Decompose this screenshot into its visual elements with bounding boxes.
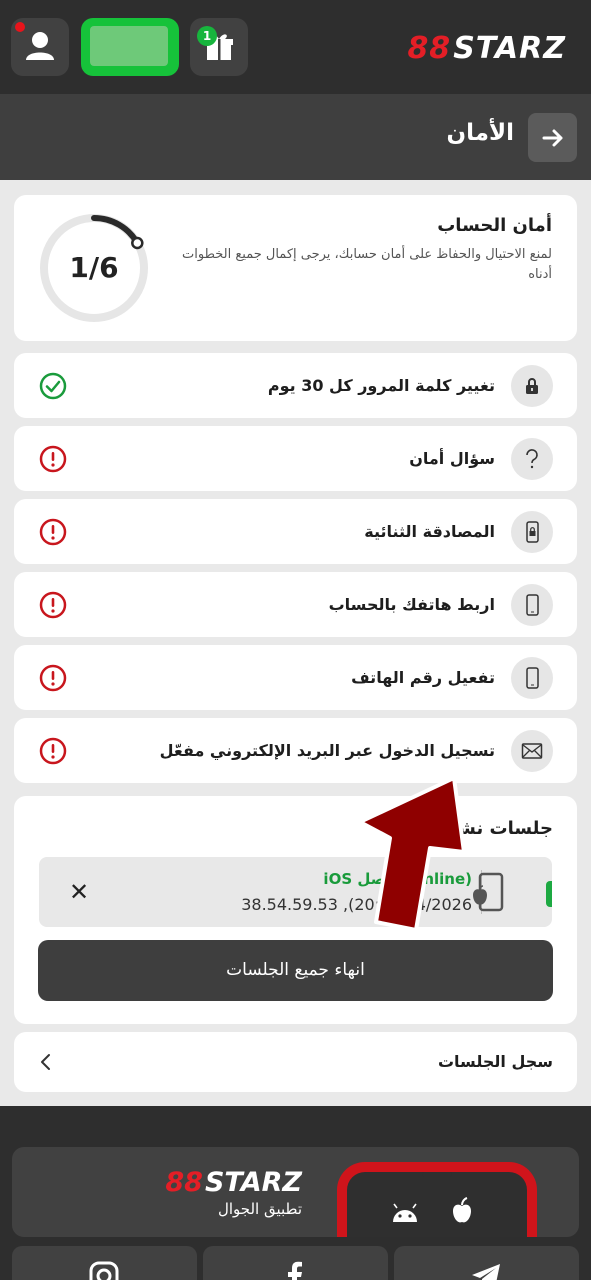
phone-icon [511, 584, 553, 626]
item-label: تسجيل الدخول عبر البريد الإلكتروني مفعّل [159, 741, 495, 760]
account-security-card: أمان الحساب لمنع الاحتيال والحفاظ على أم… [14, 195, 577, 341]
close-session-icon[interactable]: ✕ [65, 878, 93, 906]
item-label: تفعيل رقم الهاتف [351, 668, 495, 687]
back-button[interactable] [528, 113, 577, 162]
footer-logo: 88 STARZ [165, 1167, 302, 1198]
security-item-2fa[interactable]: المصادقة الثنائية [14, 499, 577, 564]
item-label: تغيير كلمة المرور كل 30 يوم [267, 376, 495, 395]
app-label: تطبيق الجوال [217, 1200, 302, 1218]
alert-circle-icon [39, 737, 67, 765]
lock-icon [511, 365, 553, 407]
facebook-icon [288, 1261, 302, 1280]
apple-icon[interactable] [450, 1196, 474, 1224]
session-current-indicator [546, 881, 552, 907]
session-meta: 38.54.59.53 ,(20:33 04/2026 [241, 895, 472, 914]
arrow-right-icon [542, 129, 562, 146]
chevron-left-icon [41, 1054, 50, 1070]
apple-device-icon [473, 872, 504, 912]
instagram-button[interactable] [12, 1246, 197, 1280]
security-item-question[interactable]: سؤال أمان [14, 426, 577, 491]
phone-notch [422, 1172, 452, 1177]
alert-circle-icon [39, 518, 67, 546]
end-all-sessions-button[interactable]: انهاء جميع الجلسات [38, 940, 553, 1001]
mail-icon [511, 730, 553, 772]
question-icon [511, 438, 553, 480]
instagram-icon [89, 1261, 119, 1280]
logo-mark: 88 [407, 30, 452, 66]
profile-button[interactable] [11, 18, 69, 76]
gift-count-badge: 1 [197, 26, 217, 46]
telegram-icon [472, 1264, 500, 1280]
phone-icon [511, 657, 553, 699]
alert-circle-icon [39, 591, 67, 619]
session-row: ✕ iOS متصل (online) 38.54.59.53 ,(20:33 … [39, 857, 552, 927]
alert-circle-icon [39, 664, 67, 692]
gift-button[interactable]: 1 [190, 18, 248, 76]
security-description: لمنع الاحتيال والحفاظ على أمان حسابك، ير… [182, 247, 552, 282]
notification-dot [15, 22, 25, 32]
telegram-button[interactable] [394, 1246, 579, 1280]
security-item-activate-phone[interactable]: تفعيل رقم الهاتف [14, 645, 577, 710]
active-sessions-card: جلسات نشطة ✕ iOS متصل (online) 38.54.59.… [14, 796, 577, 1024]
security-title: أمان الحساب [437, 215, 552, 236]
security-progress: 1/6 [38, 212, 150, 324]
phone-lock-icon [511, 511, 553, 553]
security-item-link-phone[interactable]: اربط هاتفك بالحساب [14, 572, 577, 637]
item-label: اربط هاتفك بالحساب [328, 595, 495, 614]
facebook-button[interactable] [203, 1246, 388, 1280]
page-header: الأمان [0, 94, 591, 180]
brand-logo[interactable]: 88 STARZ [407, 28, 566, 68]
progress-value: 1/6 [69, 251, 119, 284]
sessions-history-row[interactable]: سجل الجلسات [14, 1032, 577, 1092]
item-label: سؤال أمان [409, 449, 495, 468]
alert-circle-icon [39, 445, 67, 473]
top-bar: 1 88 STARZ [0, 0, 591, 94]
balance-hidden [90, 26, 168, 66]
balance-button[interactable] [81, 18, 179, 76]
android-icon[interactable] [391, 1202, 419, 1224]
item-label: المصادقة الثنائية [364, 522, 495, 541]
footer: 88 STARZ تطبيق الجوال [0, 1106, 591, 1280]
history-label: سجل الجلسات [437, 1052, 553, 1071]
page-title: الأمان [446, 120, 514, 146]
logo-text: STARZ [453, 30, 566, 66]
mobile-app-banner[interactable]: 88 STARZ تطبيق الجوال [12, 1147, 579, 1237]
session-status: iOS متصل (online) [323, 870, 472, 888]
security-item-password[interactable]: تغيير كلمة المرور كل 30 يوم [14, 353, 577, 418]
logo-mark: 88 [165, 1167, 203, 1198]
gift-icon [205, 34, 233, 60]
phone-frame [337, 1162, 537, 1237]
sessions-title: جلسات نشطة [429, 818, 553, 839]
security-item-email-login[interactable]: تسجيل الدخول عبر البريد الإلكتروني مفعّل [14, 718, 577, 783]
check-circle-icon [39, 372, 67, 400]
logo-text: STARZ [204, 1167, 302, 1198]
